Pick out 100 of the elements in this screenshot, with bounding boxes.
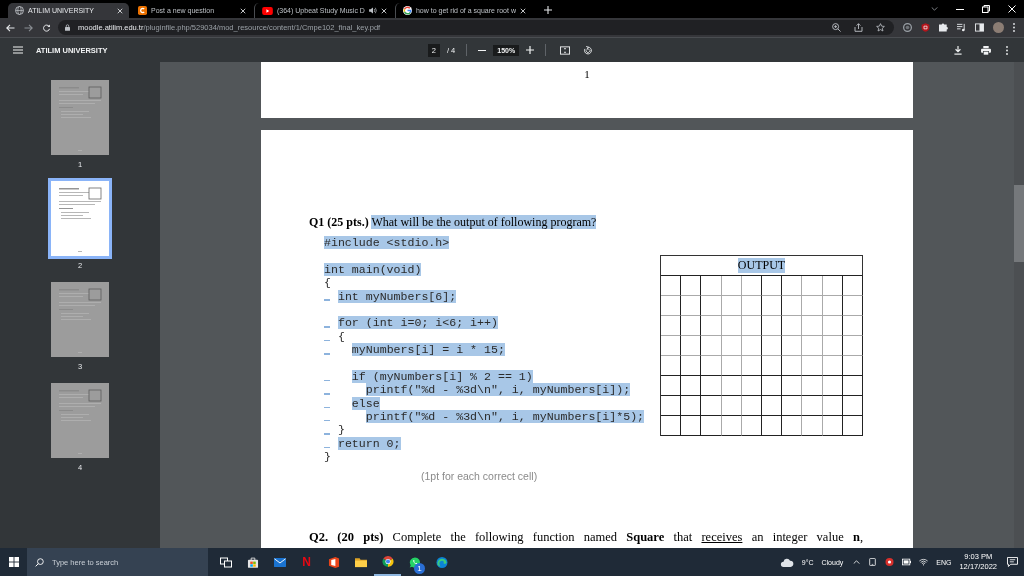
answer-cell [802, 296, 823, 316]
answer-cell [701, 376, 722, 396]
answer-cell [842, 316, 863, 336]
answer-cell [782, 356, 803, 376]
answer-cell [661, 376, 682, 396]
chevron-down-icon[interactable] [931, 7, 938, 11]
answer-cell [842, 416, 863, 436]
media-queue-icon[interactable] [957, 23, 966, 32]
grading-note: (1pt for each correct cell) [421, 469, 538, 482]
question-text: Q2. (20 pts) Complete the following function named Square that receives an integer value n, [309, 529, 863, 545]
minimize-icon[interactable] [956, 8, 964, 10]
answer-cell [721, 356, 742, 376]
answer-cell [681, 336, 702, 356]
globe-icon [15, 6, 24, 15]
answer-cell [822, 376, 843, 396]
close-icon[interactable] [240, 7, 246, 14]
answer-cell [782, 296, 803, 316]
puzzle-icon[interactable] [939, 23, 948, 32]
share-icon[interactable] [854, 23, 863, 32]
answer-cell [661, 416, 682, 436]
taskbar-button[interactable]: 1 [401, 548, 428, 576]
answer-cell [661, 396, 682, 416]
back-icon[interactable] [6, 23, 15, 32]
square-logo-icon [327, 556, 340, 568]
close-icon[interactable] [117, 7, 123, 14]
answer-cell [741, 396, 762, 416]
record-icon[interactable] [885, 558, 895, 566]
answer-cell [782, 396, 803, 416]
answer-cell [741, 356, 762, 376]
answer-cell [681, 376, 702, 396]
answer-cell [822, 336, 843, 356]
restore-icon[interactable] [982, 5, 990, 13]
answer-cell [681, 316, 702, 336]
speaker-icon[interactable] [368, 7, 377, 14]
answer-cell [701, 276, 722, 296]
answer-cell [701, 396, 722, 416]
search-icon [35, 557, 44, 567]
answer-cell [842, 296, 863, 316]
answer-cell [741, 336, 762, 356]
answer-cell [822, 296, 843, 316]
answer-cell [822, 416, 843, 436]
answer-cell [762, 376, 783, 396]
scrollbar-thumb[interactable] [1014, 185, 1024, 262]
answer-cell [741, 416, 762, 436]
answer-cell [782, 316, 803, 336]
shield-icon[interactable] [921, 23, 930, 32]
avatar-icon[interactable] [993, 22, 1004, 33]
fit-page-icon[interactable] [560, 45, 571, 55]
answer-cell [802, 276, 823, 296]
answer-cell [782, 276, 803, 296]
wifi-icon[interactable] [919, 558, 929, 566]
answer-cell [741, 276, 762, 296]
envelope-icon [273, 556, 286, 568]
print-icon[interactable] [981, 45, 991, 55]
answer-cell [802, 376, 823, 396]
side-panel-icon[interactable] [975, 23, 984, 32]
question-text: Q1 (25 pts.) What will be the output of following program? [309, 215, 597, 229]
answer-cell [681, 356, 702, 376]
answer-cell [681, 416, 702, 436]
answer-cell [782, 376, 803, 396]
answer-cell [721, 296, 742, 316]
code-line: { [337, 329, 345, 343]
rotate-icon[interactable] [583, 45, 594, 55]
answer-cell [822, 356, 843, 376]
answer-cell [822, 276, 843, 296]
cloud-icon[interactable] [779, 557, 794, 567]
ring-icon[interactable] [903, 23, 912, 32]
reload-icon[interactable] [42, 23, 51, 32]
answer-cell [822, 396, 843, 416]
table-header: OUTPUT [737, 258, 786, 273]
answer-cell [721, 416, 742, 436]
zoom-in-icon[interactable] [832, 23, 841, 32]
forward-icon[interactable] [24, 23, 33, 32]
video-play-icon [262, 6, 273, 15]
chevron-up-icon[interactable] [853, 560, 861, 564]
download-icon[interactable] [953, 45, 963, 55]
answer-cell [762, 316, 783, 336]
answer-cell [802, 416, 823, 436]
notification-badge: 1 [414, 563, 425, 574]
close-icon[interactable] [519, 7, 526, 14]
lock-icon[interactable] [65, 24, 70, 31]
site-logo-icon [138, 6, 147, 15]
start-icon[interactable] [8, 557, 19, 567]
menu-icon[interactable] [13, 46, 23, 54]
answer-cell [782, 416, 803, 436]
tablet-icon[interactable] [868, 558, 878, 566]
code-line: { [324, 276, 331, 290]
answer-cell [782, 336, 803, 356]
notification-icon[interactable] [1007, 557, 1018, 567]
answer-cell [762, 356, 783, 376]
answer-cell [802, 316, 823, 336]
swirl-logo-icon [435, 556, 448, 568]
task-view-icon [219, 556, 232, 568]
answer-cell [741, 316, 762, 336]
battery-icon[interactable] [902, 558, 912, 566]
answer-cell [721, 336, 742, 356]
code-line: } [337, 423, 345, 437]
plus-icon[interactable] [543, 6, 552, 14]
star-icon[interactable] [876, 23, 885, 32]
close-icon[interactable] [380, 7, 387, 14]
